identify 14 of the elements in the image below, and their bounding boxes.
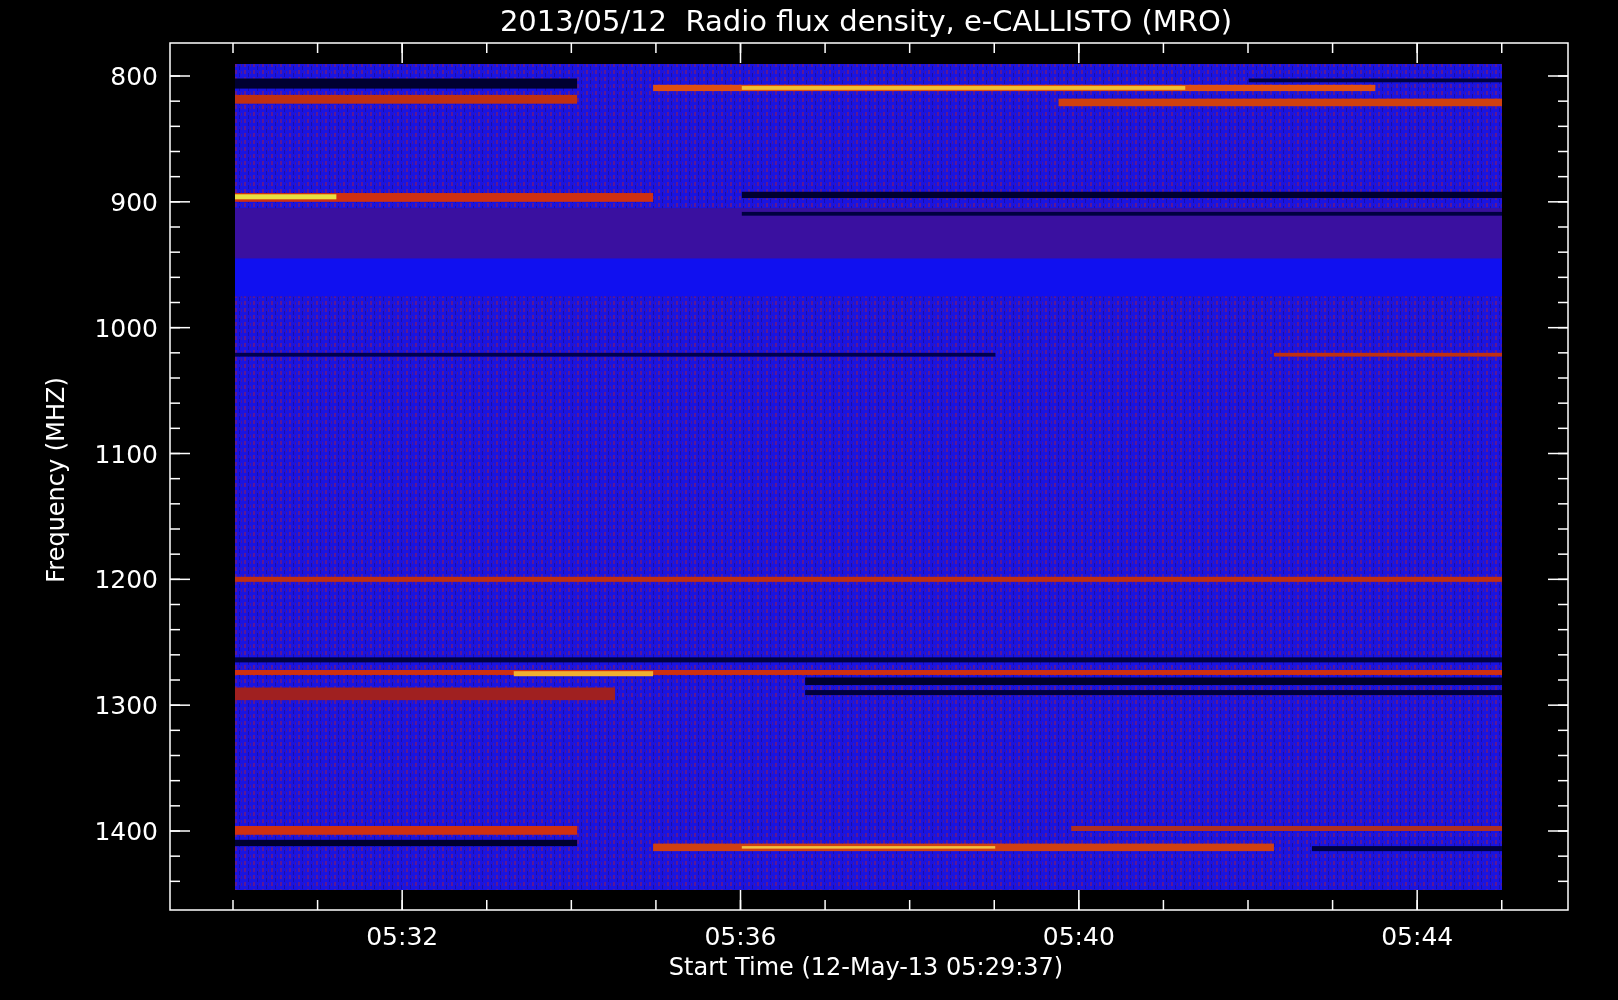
x-tick-label: 05:44 (1381, 922, 1454, 951)
y-tick-label: 800 (110, 62, 158, 91)
y-tick-label: 900 (110, 187, 158, 217)
y-axis-label: Frequency (MHZ) (42, 377, 70, 583)
chart-title: 2013/05/12 Radio flux density, e-CALLISTO (MRO) (499, 4, 1233, 38)
y-tick-label: 1000 (94, 313, 158, 343)
y-tick-label: 1100 (94, 439, 158, 469)
x-tick-label: 05:32 (366, 922, 439, 951)
y-tick-label: 1400 (94, 817, 158, 846)
y-tick-label: 1200 (94, 565, 158, 595)
x-tick-label: 05:40 (1042, 922, 1115, 951)
y-tick-label: 1300 (94, 691, 158, 721)
x-axis-label: Start Time (12-May-13 05:29:37) (668, 953, 1064, 981)
x-tick-label: 05:36 (704, 922, 777, 951)
